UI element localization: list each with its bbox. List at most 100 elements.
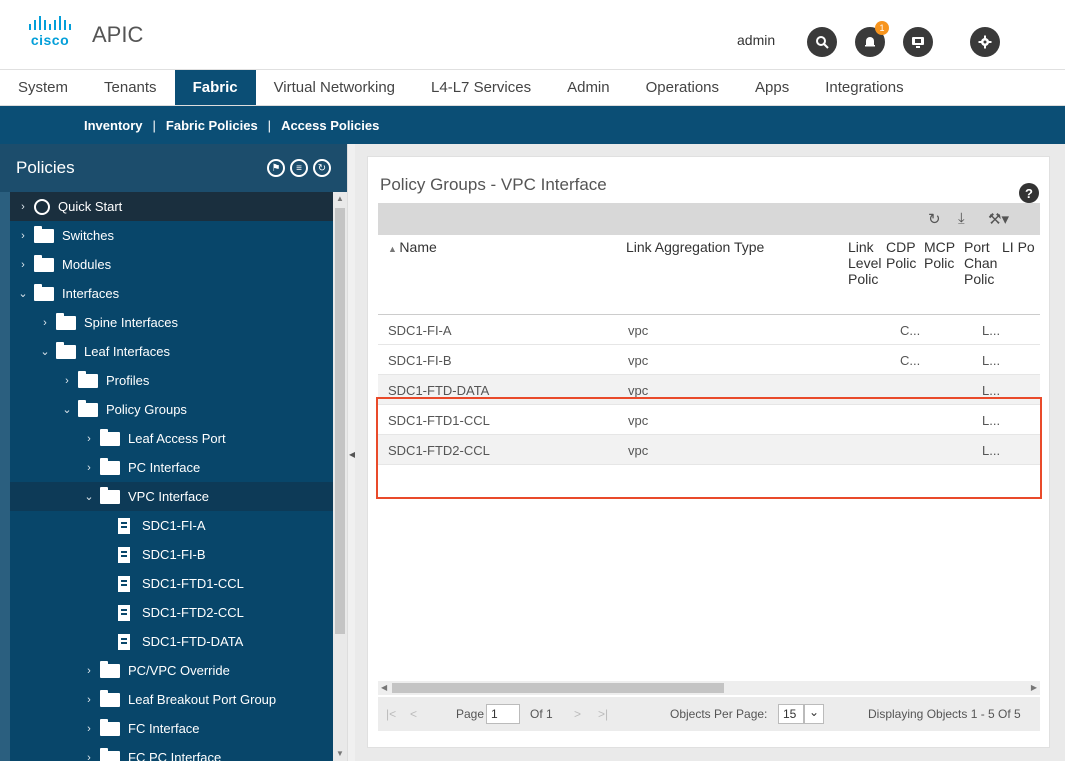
tab-apps[interactable]: Apps [737, 70, 807, 105]
folder-icon [56, 341, 76, 359]
refresh-icon[interactable]: ↻ [928, 210, 941, 228]
chevron-down-icon[interactable]: ⌄ [804, 704, 824, 724]
next-page-icon[interactable]: > [574, 707, 581, 721]
column-mcp-policy[interactable]: MCP Polic [924, 239, 958, 271]
tree-item-quick-start[interactable]: › Quick Start [10, 192, 333, 221]
scrollbar-thumb[interactable] [335, 208, 345, 634]
list-icon[interactable]: ≡ [290, 159, 308, 177]
objects-per-page-label: Objects Per Page: [670, 707, 768, 721]
tree-item-sdc1-fi-a[interactable]: SDC1-FI-A [10, 511, 333, 540]
first-page-icon[interactable]: |< [386, 707, 396, 721]
scroll-left-icon[interactable]: ◀ [381, 681, 387, 695]
system-tools-button[interactable] [903, 27, 933, 57]
table-row[interactable]: SDC1-FTD1-CCL vpc L... [378, 405, 1040, 435]
column-lldp-policy[interactable]: LI Po [1002, 239, 1036, 255]
monitor-icon [912, 37, 924, 48]
tree-item-label: SDC1-FI-A [142, 518, 206, 533]
tree-item-sdc1-ftd-data[interactable]: SDC1-FTD-DATA [10, 627, 333, 656]
user-menu[interactable]: admin [737, 32, 775, 48]
tab-fabric[interactable]: Fabric [174, 70, 256, 105]
policies-sidebar: Policies ⚑ ≡ ↻ › Quick Start › Switches › M… [0, 144, 347, 761]
tree-item-modules[interactable]: › Modules [10, 250, 333, 279]
tree-item-vpc-interface[interactable]: ⌄ VPC Interface [10, 482, 333, 511]
tab-system[interactable]: System [0, 70, 86, 105]
folder-icon [34, 225, 54, 243]
chevron-right-icon: › [21, 258, 25, 271]
tools-icon[interactable]: ⚒▾ [988, 210, 1009, 228]
refresh-icon[interactable]: ↻ [313, 159, 331, 177]
pagination-bar: |< < Page 1 Of 1 > >| Objects Per Page: … [378, 697, 1040, 731]
tree-item-leaf-breakout-port-group[interactable]: › Leaf Breakout Port Group [10, 685, 333, 714]
column-port-channel-policy[interactable]: Port Chan Polic [964, 239, 998, 287]
tree-item-label: SDC1-FTD2-CCL [142, 605, 244, 620]
tree-item-label: FC PC Interface [128, 750, 222, 761]
gear-icon [978, 35, 992, 49]
subnav-access-policies[interactable]: Access Policies [281, 118, 379, 133]
tab-tenants[interactable]: Tenants [86, 70, 175, 105]
table-header: ▲ Name Link Aggregation Type Link Level … [378, 235, 1040, 315]
tree-item-policy-groups[interactable]: ⌄ Policy Groups [10, 395, 333, 424]
tab-virtual-networking[interactable]: Virtual Networking [256, 70, 413, 105]
column-link-aggregation-type[interactable]: Link Aggregation Type [626, 239, 776, 255]
tree-item-leaf-interfaces[interactable]: ⌄ Leaf Interfaces [10, 337, 333, 366]
tree-item-leaf-access-port[interactable]: › Leaf Access Port [10, 424, 333, 453]
row-name: SDC1-FTD-DATA [388, 383, 490, 398]
row-type: vpc [628, 443, 649, 458]
tab-integrations[interactable]: Integrations [807, 70, 921, 105]
objects-per-page-select[interactable]: 15 [778, 704, 804, 724]
row-type: vpc [628, 323, 649, 338]
tree-item-label: PC/VPC Override [128, 663, 230, 678]
folder-icon [100, 486, 120, 504]
table-row[interactable]: SDC1-FTD-DATA vpc L... [378, 375, 1040, 405]
download-icon[interactable]: ⤓ [958, 210, 965, 227]
tree-item-sdc1-fi-b[interactable]: SDC1-FI-B [10, 540, 333, 569]
cisco-logo: cisco [26, 16, 74, 50]
tree-item-switches[interactable]: › Switches [10, 221, 333, 250]
notifications-button[interactable]: 1 [855, 21, 889, 57]
column-cdp-policy[interactable]: CDP Polic [886, 239, 920, 271]
subnav-fabric-policies[interactable]: Fabric Policies [166, 118, 258, 133]
help-icon[interactable]: ? [1019, 183, 1039, 203]
folder-icon [100, 660, 120, 678]
column-name[interactable]: ▲ Name [388, 239, 437, 257]
tree-item-label: VPC Interface [128, 489, 209, 504]
page-number-input[interactable]: 1 [486, 704, 520, 724]
folder-icon [100, 689, 120, 707]
page-count: Of 1 [530, 707, 553, 721]
scroll-right-icon[interactable]: ▶ [1031, 681, 1037, 695]
table-row[interactable]: SDC1-FI-B vpc C... L... [378, 345, 1040, 375]
column-link-level-policy[interactable]: Link Level Polic [848, 239, 882, 287]
table-row[interactable]: SDC1-FTD2-CCL vpc L... [378, 435, 1040, 465]
tree-item-fc-pc-interface[interactable]: › FC PC Interface [10, 743, 333, 761]
sidebar-scrollbar[interactable]: ▲ ▼ [333, 192, 347, 761]
tree-item-sdc1-ftd1-ccl[interactable]: SDC1-FTD1-CCL [10, 569, 333, 598]
tree-item-pc-vpc-override[interactable]: › PC/VPC Override [10, 656, 333, 685]
folder-icon [34, 283, 54, 301]
tree-item-sdc1-ftd2-ccl[interactable]: SDC1-FTD2-CCL [10, 598, 333, 627]
tree-item-interfaces[interactable]: ⌄ Interfaces [10, 279, 333, 308]
table-row[interactable]: SDC1-FI-A vpc C... L... [378, 315, 1040, 345]
tree-item-label: SDC1-FTD1-CCL [142, 576, 244, 591]
flag-icon[interactable]: ⚑ [267, 159, 285, 177]
subnav-inventory[interactable]: Inventory [84, 118, 143, 133]
tree-item-spine-interfaces[interactable]: › Spine Interfaces [10, 308, 333, 337]
chevron-right-icon: › [87, 461, 91, 474]
table-horizontal-scrollbar[interactable]: ◀ ▶ [378, 681, 1040, 695]
scroll-up-icon[interactable]: ▲ [333, 192, 347, 206]
tab-l4-l7-services[interactable]: L4-L7 Services [413, 70, 549, 105]
settings-button[interactable] [970, 27, 1000, 57]
sidebar-collapse-handle[interactable]: ◀ [347, 144, 355, 761]
tab-operations[interactable]: Operations [628, 70, 737, 105]
tree-item-profiles[interactable]: › Profiles [10, 366, 333, 395]
scrollbar-thumb[interactable] [392, 683, 724, 693]
scroll-down-icon[interactable]: ▼ [333, 747, 347, 761]
prev-page-icon[interactable]: < [410, 707, 417, 721]
tab-admin[interactable]: Admin [549, 70, 628, 105]
tree-item-pc-interface[interactable]: › PC Interface [10, 453, 333, 482]
search-button[interactable] [807, 27, 837, 57]
sidebar-header: Policies ⚑ ≡ ↻ [0, 144, 347, 192]
row-cdp: C... [900, 353, 921, 368]
tree-item-fc-interface[interactable]: › FC Interface [10, 714, 333, 743]
app-header: cisco APIC admin 1 [0, 0, 1065, 70]
last-page-icon[interactable]: >| [598, 707, 608, 721]
